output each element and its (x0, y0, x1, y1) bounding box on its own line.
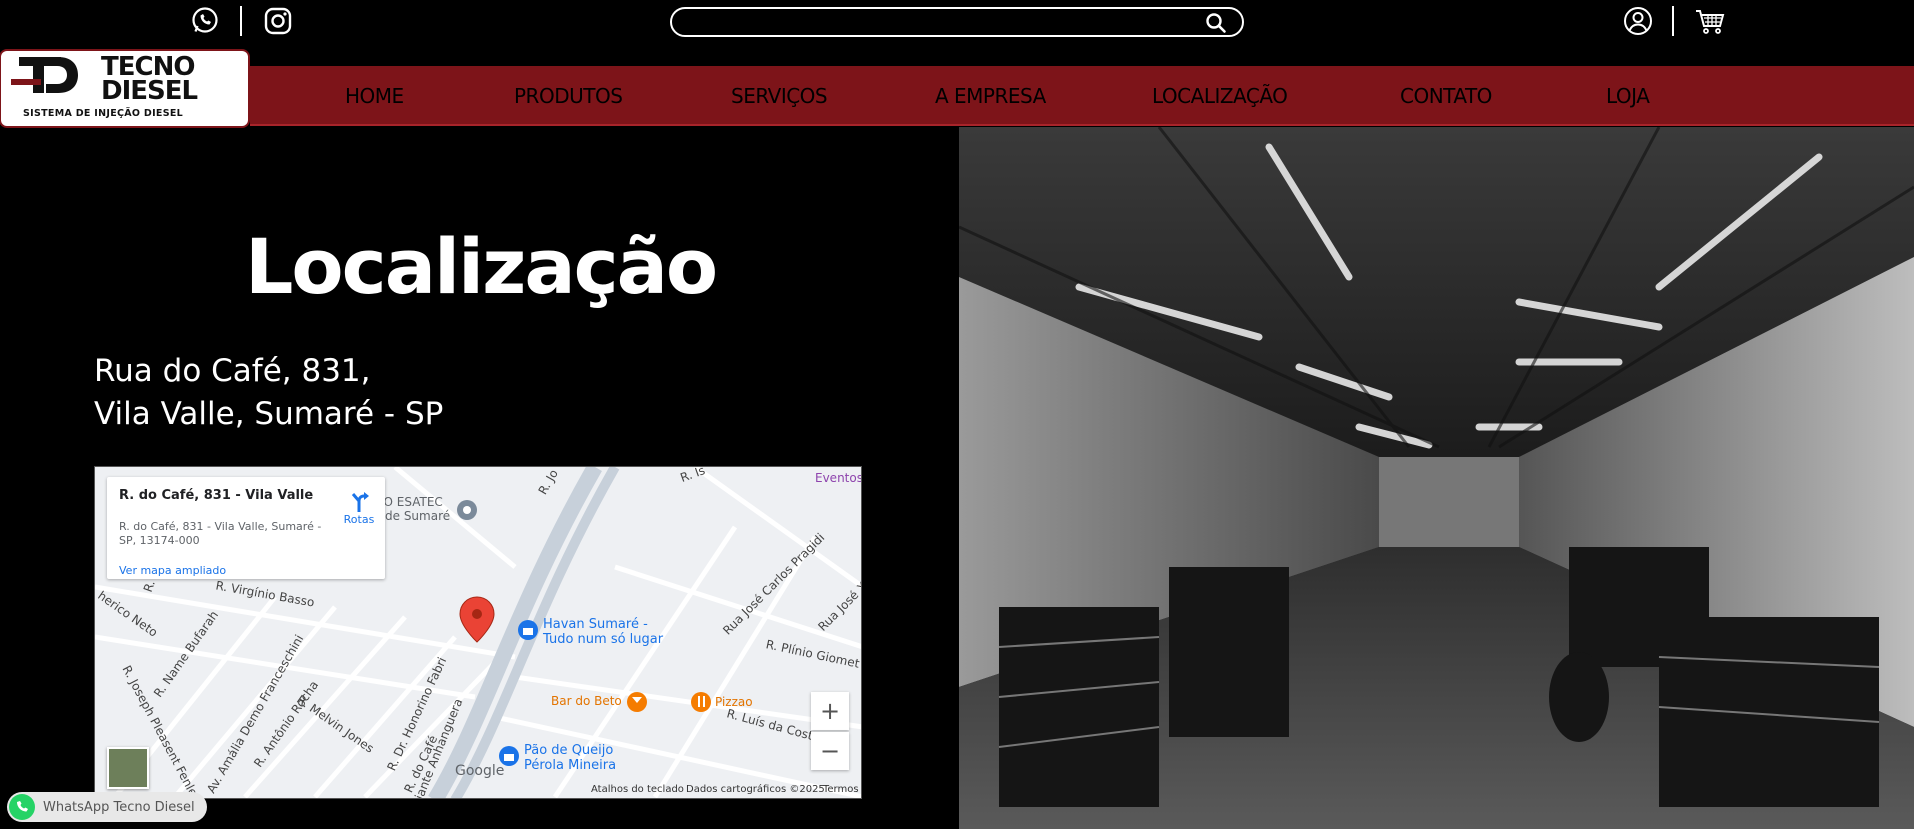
whatsapp-icon (7, 792, 37, 822)
map-info-card: R. do Café, 831 - Vila Valle R. do Café,… (107, 477, 385, 579)
location-pin[interactable] (459, 596, 495, 643)
directions-button[interactable]: Rotas (339, 491, 379, 526)
map-place-label[interactable]: Tudo num só lugar (543, 632, 663, 647)
directions-label: Rotas (343, 513, 375, 526)
food-marker-bar-do-beto[interactable] (627, 692, 647, 712)
food-marker-pizzao[interactable] (691, 692, 711, 712)
google-logo: Google (455, 763, 505, 779)
nav-localizacao[interactable]: LOCALIZAÇÃO (1152, 84, 1288, 108)
logo[interactable]: TECNO DIESEL SISTEMA DE INJEÇÃO DIESEL (1, 51, 248, 126)
map-card-address: R. do Café, 831 - Vila Valle, Sumaré - S… (119, 520, 322, 547)
map-place-label[interactable]: Havan Sumaré - (543, 617, 648, 632)
main-nav: HOME PRODUTOS SERVIÇOS A EMPRESA LOCALIZ… (250, 66, 1914, 126)
nav-servicos[interactable]: SERVIÇOS (731, 84, 828, 108)
logo-mark (11, 57, 78, 93)
embedded-map[interactable]: R. Virgínio Basso R. Name Bufarah R. Jos… (94, 466, 862, 799)
divider (1672, 6, 1674, 36)
cart-icon[interactable] (1694, 5, 1726, 37)
poi-marker-esatec[interactable] (457, 500, 477, 520)
zoom-out-button[interactable]: − (811, 732, 849, 770)
search-icon[interactable] (1204, 12, 1228, 34)
map-place-label[interactable]: Bar do Beto (551, 694, 622, 708)
map-place-label[interactable]: IO ESATEC (380, 495, 443, 509)
map-data-credit: Dados cartográficos ©2025 (686, 784, 825, 795)
page-title: Localização (245, 222, 718, 311)
map-place-label[interactable]: Pérola Mineira (524, 758, 616, 773)
keyboard-shortcuts-link[interactable]: Atalhos do teclado (591, 784, 684, 795)
divider (240, 6, 242, 36)
satellite-thumbnail[interactable] (107, 747, 149, 789)
logo-name-line2: DIESEL (101, 76, 198, 106)
address-line-1: Rua do Café, 831, (94, 353, 371, 389)
view-larger-map-link[interactable]: Ver mapa ampliado (119, 564, 226, 577)
search-input[interactable] (686, 12, 1190, 36)
nav-contato[interactable]: CONTATO (1400, 84, 1492, 108)
search-bar (670, 7, 1244, 37)
nav-a-empresa[interactable]: A EMPRESA (935, 84, 1046, 108)
zoom-in-button[interactable]: + (811, 692, 849, 730)
whatsapp-chat-label: WhatsApp Tecno Diesel (43, 799, 195, 815)
shop-marker-havan[interactable] (518, 620, 538, 640)
nav-home[interactable]: HOME (345, 84, 404, 108)
map-place-label[interactable]: Pão de Queijo (524, 743, 613, 758)
map-place-label[interactable]: Eventos (815, 471, 861, 485)
whatsapp-chat-button[interactable]: WhatsApp Tecno Diesel (7, 792, 207, 822)
address-line-2: Vila Valle, Sumaré - SP (94, 396, 444, 432)
instagram-icon[interactable] (262, 5, 294, 37)
directions-icon (351, 492, 369, 512)
map-card-title: R. do Café, 831 - Vila Valle (119, 488, 314, 503)
nav-produtos[interactable]: PRODUTOS (514, 84, 623, 108)
map-place-label[interactable]: Pizzao (715, 695, 753, 709)
account-icon[interactable] (1622, 5, 1654, 37)
map-place-label[interactable]: de Sumaré (385, 509, 450, 523)
logo-tagline: SISTEMA DE INJEÇÃO DIESEL (23, 108, 183, 119)
whatsapp-icon[interactable] (189, 5, 221, 37)
terms-link[interactable]: Termos (823, 784, 859, 795)
nav-loja[interactable]: LOJA (1606, 84, 1650, 108)
workshop-photo (959, 127, 1914, 829)
